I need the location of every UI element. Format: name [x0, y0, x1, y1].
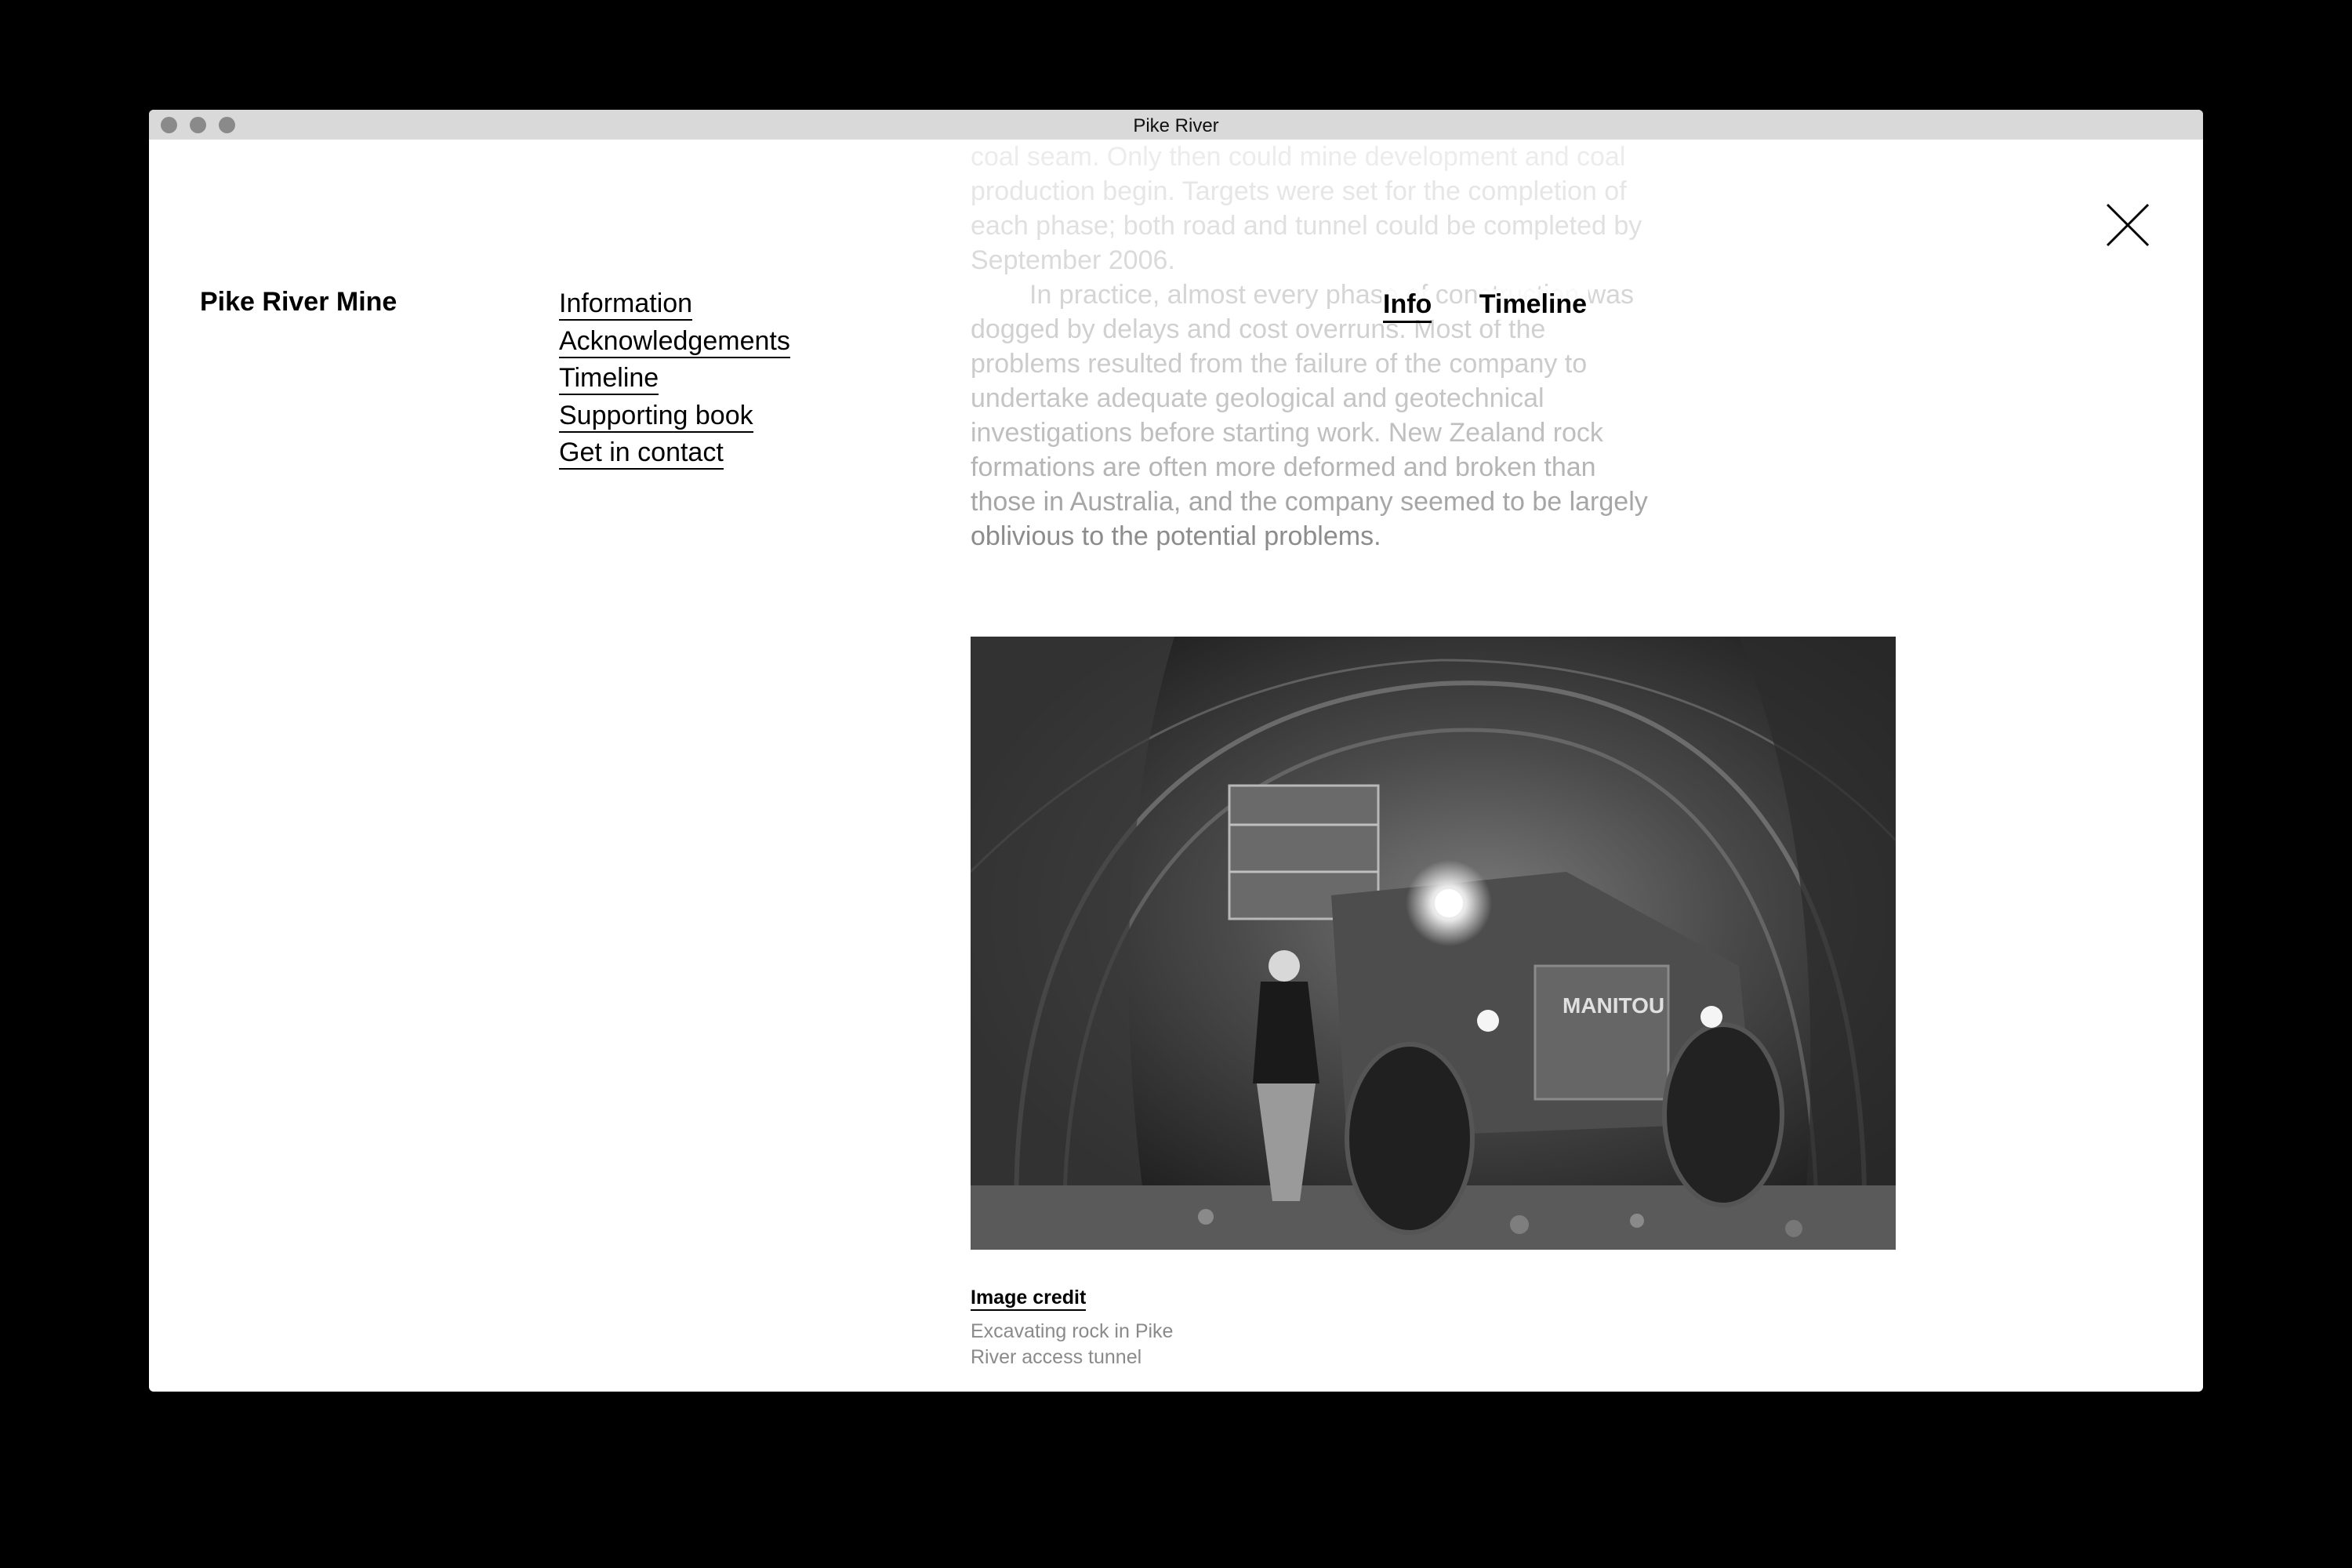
- tunnel-photo: MANITOU: [971, 637, 1896, 1250]
- site-title[interactable]: Pike River Mine: [200, 287, 397, 318]
- nav-link-information[interactable]: Information: [559, 285, 790, 323]
- tab-label: Info: [1383, 289, 1432, 323]
- side-nav: Information Acknowledgements Timeline Su…: [559, 285, 790, 472]
- article-paragraph-1: coal seam. Only then could mine developm…: [971, 140, 1888, 278]
- article-line: September 2006.: [971, 245, 1175, 275]
- article-line: undertake adequate geological and geotec…: [971, 383, 1544, 413]
- article-line: oblivious to the potential problems.: [971, 521, 1381, 551]
- image-caption-line: Excavating rock in Pike: [971, 1320, 1174, 1342]
- tab-label: Timeline: [1479, 289, 1588, 319]
- browser-window: Pike River coal seam. Only then could mi…: [149, 110, 2203, 1392]
- article-line: each phase; both road and tunnel could b…: [971, 211, 1642, 241]
- window-titlebar: Pike River: [149, 110, 2203, 140]
- close-icon[interactable]: [2106, 203, 2150, 247]
- tab-info[interactable]: Info: [1381, 289, 1434, 323]
- nav-link-acknowledgements[interactable]: Acknowledgements: [559, 323, 790, 361]
- nav-link-label: Information: [559, 289, 693, 321]
- article-line: coal seam. Only then could mine developm…: [971, 142, 1626, 172]
- nav-link-supporting-book[interactable]: Supporting book: [559, 397, 790, 435]
- article-line: formations are often more deformed and b…: [971, 452, 1596, 482]
- article-line: production begin. Targets were set for t…: [971, 176, 1627, 206]
- article-line: those in Australia, and the company seem…: [971, 487, 1648, 517]
- article-line: investigations before starting work. New…: [971, 418, 1603, 448]
- nav-link-label: Acknowledgements: [559, 325, 790, 358]
- tab-timeline[interactable]: Timeline: [1477, 289, 1589, 320]
- nav-link-label: Get in contact: [559, 437, 724, 470]
- article-line: problems resulted from the failure of th…: [971, 349, 1588, 379]
- top-tabs: Info Timeline: [1381, 289, 1629, 328]
- nav-link-get-in-contact[interactable]: Get in contact: [559, 434, 790, 472]
- nav-link-timeline[interactable]: Timeline: [559, 360, 790, 397]
- vehicle-brand-text: MANITOU: [1563, 993, 1664, 1018]
- image-caption-line: River access tunnel: [971, 1346, 1142, 1368]
- image-caption: Excavating rock in Pike River access tun…: [971, 1319, 1173, 1370]
- window-title: Pike River: [1133, 115, 1219, 136]
- nav-link-label: Supporting book: [559, 400, 753, 433]
- nav-link-label: Timeline: [559, 363, 659, 395]
- article-text: coal seam. Only then could mine developm…: [971, 140, 1888, 554]
- page-content: coal seam. Only then could mine developm…: [149, 140, 2203, 1392]
- image-credit-label[interactable]: Image credit: [971, 1286, 1087, 1311]
